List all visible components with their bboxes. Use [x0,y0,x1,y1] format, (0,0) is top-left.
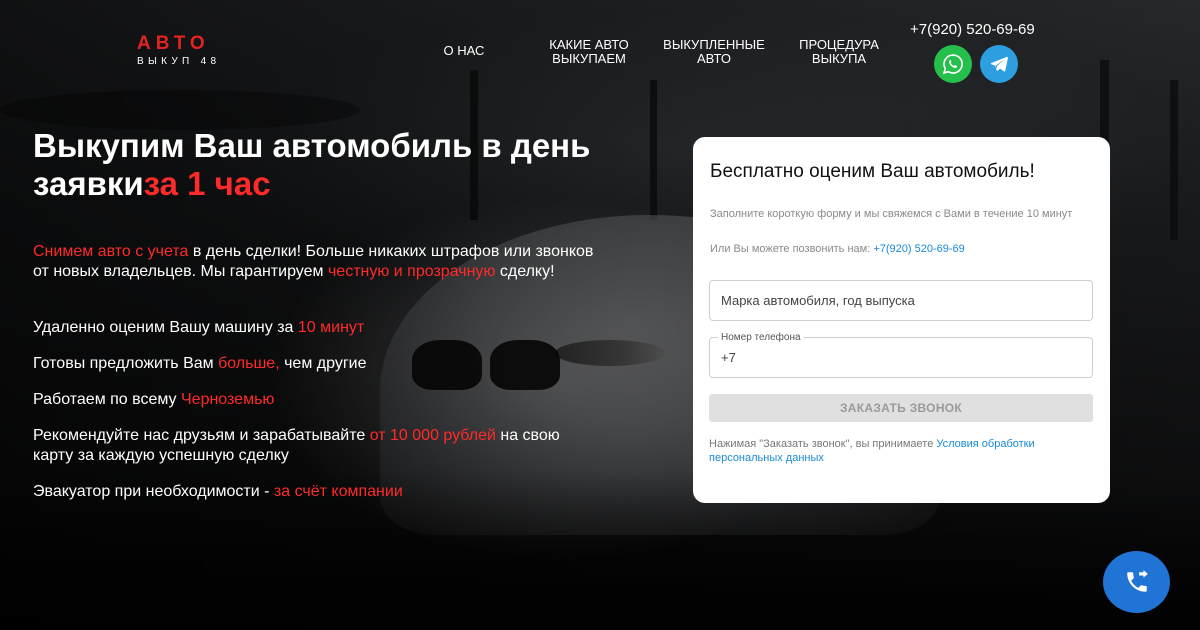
benefit-item: Снимем авто с учета в день сделки! Больш… [33,243,594,280]
nav-bought-cars[interactable]: ВЫКУПЛЕННЫЕ АВТО [658,38,770,66]
form-phone-link[interactable]: +7(920) 520-69-69 [873,243,964,255]
hero-headline: Выкупим Ваш автомобиль в день заявкиза 1… [33,127,613,203]
logo-main-text: АВТО [137,33,210,54]
benefit-item: Работаем по всему Черноземью [33,391,275,408]
hero-headline-main: Выкупим Ваш автомобиль в день заявки [33,127,591,202]
phone-field-label: Номер телефона [718,332,804,343]
whatsapp-button[interactable] [934,45,972,83]
header-phone[interactable]: +7(920) 520-69-69 [910,21,1035,38]
car-model-placeholder: Марка автомобиля, год выпуска [721,293,915,308]
benefit-item: Готовы предложить Вам больше, чем другие [33,355,367,372]
order-call-button[interactable]: ЗАКАЗАТЬ ЗВОНОК [709,394,1093,422]
benefit-item: Эвакуатор при необходимости - за счёт ко… [33,483,403,500]
telegram-icon [990,56,1008,72]
nav-which-cars[interactable]: КАКИЕ АВТО ВЫКУПАЕМ [543,38,635,66]
benefit-item: Рекомендуйте нас друзьям и зарабатывайте… [33,427,560,464]
car-model-input[interactable]: Марка автомобиля, год выпуска [709,280,1093,321]
benefit-item: Удаленно оценим Вашу машину за 10 минут [33,319,365,336]
hero-headline-accent: за 1 час [143,165,271,202]
phone-input[interactable]: +7 [709,337,1093,378]
nav-procedure[interactable]: ПРОЦЕДУРА ВЫКУПА [793,38,885,66]
nav-about[interactable]: О НАС [442,44,486,58]
logo[interactable]: АВТО ВЫКУП 48 [137,34,220,69]
consent-text: Нажимая "Заказать звонок", вы принимаете… [709,438,1035,464]
form-call-note: Или Вы можете позвонить нам: +7(920) 520… [710,243,965,255]
phone-forward-icon [1126,570,1148,592]
callback-form-card: Бесплатно оценим Ваш автомобиль! Заполни… [693,137,1110,503]
logo-sub-text: ВЫКУП 48 [137,56,221,67]
phone-input-value: +7 [721,350,736,365]
form-title: Бесплатно оценим Ваш автомобиль! [710,161,1035,182]
form-note: Заполните короткую форму и мы свяжемся с… [710,208,1073,220]
telegram-button[interactable] [980,45,1018,83]
callback-fab-button[interactable] [1103,551,1170,613]
whatsapp-icon [942,54,963,75]
